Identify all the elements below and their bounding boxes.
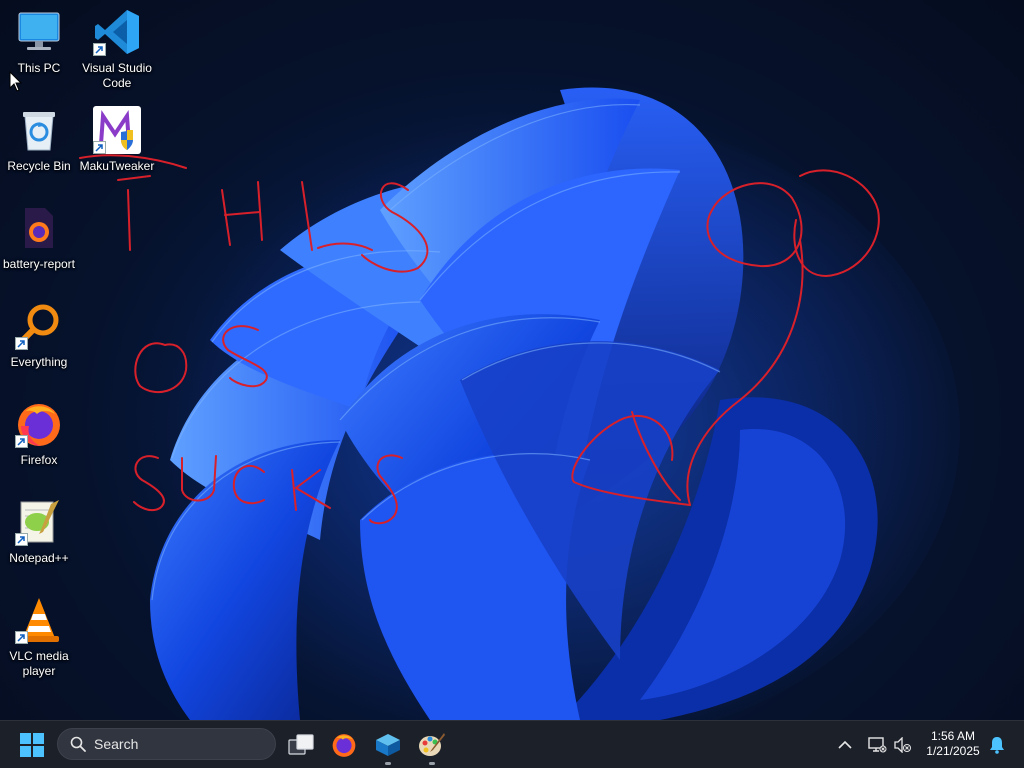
desktop-icon-this-pc[interactable]: This PC xyxy=(0,8,78,76)
desktop-icon-battery-report[interactable]: battery-report xyxy=(0,204,78,272)
clock-date: 1/21/2025 xyxy=(926,744,980,758)
shortcut-arrow-icon xyxy=(93,43,106,56)
notification-bell-icon xyxy=(990,737,1004,754)
desktop-icon-notepad-plus-plus[interactable]: Notepad++ xyxy=(0,498,78,566)
desktop-icon-label: battery-report xyxy=(2,257,76,271)
desktop-icon-recycle-bin[interactable]: Recycle Bin xyxy=(0,106,78,174)
desktop-icon-makutweaker[interactable]: MakuTweaker xyxy=(78,106,156,174)
shortcut-arrow-icon xyxy=(15,533,28,546)
makutweaker-icon xyxy=(93,106,141,154)
desktop-icon-label: MakuTweaker xyxy=(79,159,155,173)
show-hidden-icons-button[interactable] xyxy=(829,729,861,761)
start-button[interactable] xyxy=(16,729,48,761)
volume-button[interactable] xyxy=(886,729,918,761)
html-file-icon xyxy=(15,204,63,252)
task-view-button[interactable] xyxy=(285,729,317,761)
desktop-icon-everything[interactable]: Everything xyxy=(0,302,78,370)
notepadpp-icon xyxy=(15,498,63,546)
desktop-icon-label: Notepad++ xyxy=(9,551,69,565)
taskbar-paint-button[interactable] xyxy=(416,729,448,765)
task-view-icon xyxy=(288,734,314,755)
search-placeholder: Search xyxy=(94,736,139,752)
desktop-icon-vlc[interactable]: VLC media player xyxy=(0,596,78,679)
chevron-up-icon xyxy=(838,740,852,749)
volume-muted-icon xyxy=(894,737,911,753)
vlc-icon xyxy=(15,596,63,644)
shortcut-arrow-icon xyxy=(15,631,28,644)
start-icon xyxy=(20,733,44,757)
paint-icon xyxy=(419,733,445,756)
everything-search-icon xyxy=(15,302,63,350)
search-icon xyxy=(70,736,86,752)
mouse-cursor-icon xyxy=(9,71,23,92)
taskbar-search-box[interactable]: Search xyxy=(57,728,276,760)
recycle-bin-icon xyxy=(15,106,63,154)
virtualbox-icon xyxy=(376,734,400,756)
taskbar-clock[interactable]: 1:56 AM 1/21/2025 xyxy=(920,729,986,759)
desktop-icon-label: VLC media player xyxy=(9,649,69,678)
desktop-icon-label: Everything xyxy=(10,355,68,369)
computer-icon xyxy=(15,8,63,56)
notifications-button[interactable] xyxy=(981,729,1013,761)
firefox-icon xyxy=(332,734,356,757)
running-indicator xyxy=(429,762,435,765)
shortcut-arrow-icon xyxy=(93,141,106,154)
desktop-icon-visual-studio-code[interactable]: Visual Studio Code xyxy=(78,8,156,91)
desktop-icon-label: Visual Studio Code xyxy=(82,61,152,90)
firefox-icon xyxy=(15,400,63,448)
taskbar: Search 1:56 AM 1/21/2025 xyxy=(0,720,1024,768)
desktop-icon-firefox[interactable]: Firefox xyxy=(0,400,78,468)
vscode-icon xyxy=(93,8,141,56)
shortcut-arrow-icon xyxy=(15,337,28,350)
desktop-icon-label: Firefox xyxy=(20,453,58,467)
taskbar-firefox-button[interactable] xyxy=(328,729,360,761)
clock-time: 1:56 AM xyxy=(930,729,976,743)
shortcut-arrow-icon xyxy=(15,435,28,448)
taskbar-virtualbox-button[interactable] xyxy=(372,729,404,765)
network-icon xyxy=(868,737,887,753)
running-indicator xyxy=(385,762,391,765)
